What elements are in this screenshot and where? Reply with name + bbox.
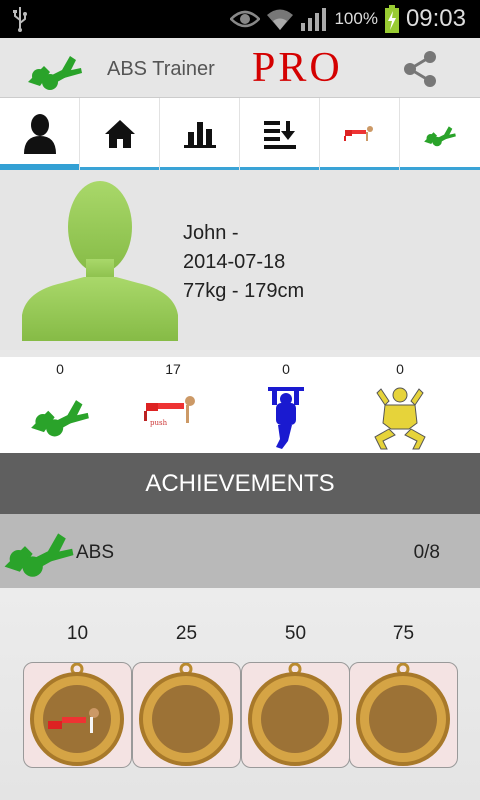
pushup-exercise-icon: push: [144, 396, 195, 427]
app-bar: ABS Trainer PRO: [0, 38, 480, 98]
medal-locked-icon: [248, 662, 342, 766]
stat-count: 0: [56, 361, 64, 377]
app-title: ABS Trainer: [107, 58, 215, 80]
medal-frame: [132, 662, 241, 768]
eye-icon: [230, 10, 261, 28]
tab-abs[interactable]: [400, 98, 480, 170]
wifi-icon: [267, 9, 294, 30]
profile-section: John - 2014-07-18 77kg - 179cm: [0, 170, 480, 350]
tab-home[interactable]: [80, 98, 160, 170]
pushup-icon: [343, 126, 373, 141]
stat-count: 0: [282, 361, 290, 377]
achievement-category-abs[interactable]: ABS 0/8: [0, 514, 480, 588]
profile-body: 77kg - 179cm: [183, 280, 305, 302]
profile-info: John - 2014-07-18 77kg - 179cm: [183, 219, 304, 306]
stat-pushups[interactable]: 17 push: [113, 357, 233, 436]
abs-exercise-icon: [31, 400, 89, 437]
usb-icon: [13, 7, 27, 32]
signal-icon: [301, 8, 327, 31]
tab-pushup[interactable]: [320, 98, 400, 170]
stat-squats[interactable]: 0: [340, 357, 460, 456]
tab-profile[interactable]: [0, 98, 80, 170]
abs-category-icon: [4, 533, 74, 577]
sort-download-icon: [263, 121, 296, 149]
stat-abs[interactable]: 0: [0, 357, 120, 444]
stat-pullups[interactable]: 0: [226, 357, 346, 458]
exercise-stats: 0 17 push 0 0: [0, 357, 480, 453]
medal-locked-icon: [139, 662, 233, 766]
medal-unlocked-icon: [30, 662, 124, 766]
medal-target: 50: [284, 623, 307, 644]
home-icon: [104, 120, 135, 148]
profile-name: John -: [183, 222, 239, 244]
medal-frame: [349, 662, 458, 768]
tab-stats[interactable]: [160, 98, 240, 170]
category-label: ABS: [76, 542, 115, 563]
category-progress: 0/8: [413, 542, 440, 563]
stat-count: 17: [165, 361, 181, 377]
svg-text:push: push: [150, 419, 168, 427]
medal-target: 10: [66, 623, 89, 644]
abs-icon: [424, 126, 456, 147]
pullup-exercise-icon: [268, 387, 304, 449]
medal-locked-icon: [356, 662, 450, 766]
stat-count: 0: [396, 361, 404, 377]
medal-frame: [23, 662, 132, 768]
achievements-header: ACHIEVEMENTS: [0, 453, 480, 514]
tab-bar: [0, 98, 480, 170]
user-icon: [23, 114, 56, 154]
bar-chart-icon: [183, 122, 216, 148]
squat-exercise-icon: [374, 387, 426, 450]
profile-date: 2014-07-18: [183, 251, 286, 273]
battery-charging-icon: [384, 5, 399, 33]
app-logo-icon: [28, 56, 82, 90]
medal-target: 25: [175, 623, 198, 644]
avatar-silhouette[interactable]: [22, 179, 178, 341]
clock: 09:03: [405, 5, 466, 32]
medals-grid: 10 25 50 75: [0, 588, 480, 800]
pro-badge: PRO: [252, 45, 343, 91]
share-icon[interactable]: [401, 50, 439, 88]
status-bar: 100% 09:03: [0, 0, 480, 38]
tab-sort[interactable]: [240, 98, 320, 170]
medal-target: 75: [392, 623, 415, 644]
battery-percent: 100%: [334, 9, 378, 28]
medal-frame: [241, 662, 350, 768]
